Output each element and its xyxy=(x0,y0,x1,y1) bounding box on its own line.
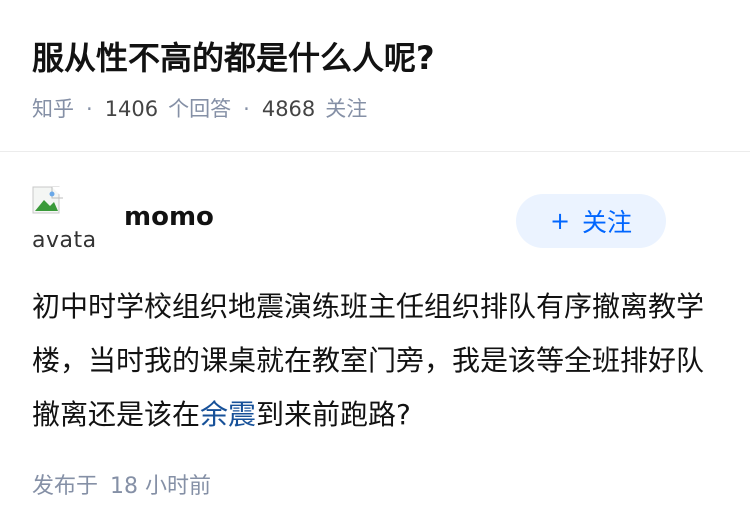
author-row: avatar momo + 关注 xyxy=(32,152,718,280)
keyword-link[interactable]: 余震 xyxy=(200,398,256,431)
author-name[interactable]: momo xyxy=(124,202,214,232)
avatar[interactable]: avatar xyxy=(32,186,98,252)
publish-info: 发布于 18 小时前 xyxy=(32,468,718,500)
answer-count-label[interactable]: 个回答 xyxy=(168,94,231,124)
broken-image-icon xyxy=(32,186,63,214)
follow-button-label: 关注 xyxy=(582,208,633,237)
meta-separator: · xyxy=(86,97,93,121)
source-label[interactable]: 知乎 xyxy=(32,94,74,124)
avatar-alt-text: avatar xyxy=(32,228,98,252)
follow-button[interactable]: + 关注 xyxy=(516,194,666,248)
publish-time[interactable]: 18 小时前 xyxy=(110,468,211,500)
plus-icon: + xyxy=(549,207,571,235)
answer-card: avatar momo + 关注 初中时学校组织地震演练班主任组织排队有序撤离教… xyxy=(0,152,750,500)
question-header: 服从性不高的都是什么人呢? 知乎 · 1406 个回答 · 4868 关注 xyxy=(0,0,750,121)
answer-content[interactable]: 初中时学校组织地震演练班主任组织排队有序撤离教学楼，当时我的课桌就在教室门旁，我… xyxy=(32,280,704,442)
answer-text-after-link: 到来前跑路? xyxy=(256,398,411,431)
follower-count: 4868 xyxy=(261,97,316,121)
meta-separator: · xyxy=(243,97,250,121)
follower-count-label: 关注 xyxy=(325,97,368,121)
question-meta: 知乎 · 1406 个回答 · 4868 关注 xyxy=(32,94,718,124)
publish-label: 发布于 xyxy=(32,474,99,499)
question-title[interactable]: 服从性不高的都是什么人呢? xyxy=(32,36,718,80)
answer-count: 1406 xyxy=(104,97,159,121)
